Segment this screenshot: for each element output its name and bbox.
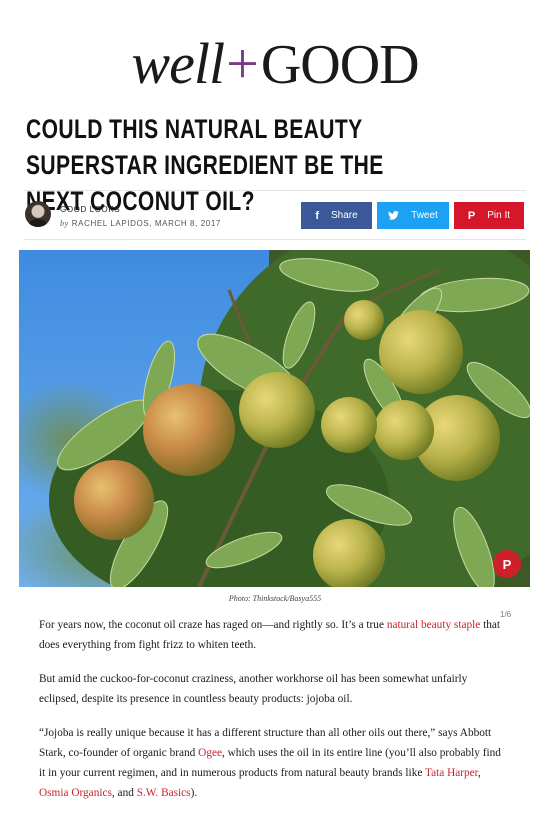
publish-date: MARCH 8, 2017: [154, 219, 221, 228]
logo-well: well: [131, 31, 225, 96]
divider: [24, 190, 526, 191]
tata-harper-link[interactable]: Tata Harper: [425, 767, 478, 779]
section-label[interactable]: GOOD LOOKS: [60, 205, 120, 214]
twitter-share-button[interactable]: Tweet: [377, 202, 449, 229]
pinterest-icon: P: [502, 556, 512, 572]
article-paragraph: For years now, the coconut oil craze has…: [39, 615, 509, 655]
paragraph-text: For years now, the coconut oil craze has…: [39, 619, 387, 631]
ogee-link[interactable]: Ogee: [198, 747, 222, 759]
pinterest-share-label: Pin It: [487, 210, 511, 221]
photo-caption: Photo: Thinkstock/Basya555: [228, 594, 322, 603]
osmia-organics-link[interactable]: Osmia Organics: [39, 787, 112, 799]
paragraph-text: ,: [478, 767, 481, 779]
paragraph-text: ).: [190, 787, 198, 799]
twitter-share-label: Tweet: [411, 210, 438, 221]
article-paragraph: “Jojoba is really unique because it has …: [39, 723, 509, 803]
facebook-share-label: Share: [330, 210, 358, 221]
jojoba-fruit-photo: [19, 250, 530, 587]
byline-prefix: by: [60, 219, 69, 228]
twitter-icon: [388, 211, 400, 220]
paragraph-text: , and: [111, 787, 137, 799]
divider: [24, 239, 526, 240]
byline: by RACHEL LAPIDOS, MARCH 8, 2017: [60, 219, 221, 228]
author-avatar[interactable]: [25, 201, 51, 227]
pinterest-share-button[interactable]: P Pin It: [454, 202, 524, 229]
facebook-share-button[interactable]: f Share: [301, 202, 372, 229]
author-name[interactable]: RACHEL LAPIDOS: [72, 219, 149, 228]
sw-basics-link[interactable]: S.W. Basics: [137, 787, 191, 799]
pinterest-icon: P: [467, 209, 476, 222]
logo-plus: +: [226, 31, 259, 96]
logo-good: GOOD: [260, 34, 420, 96]
hero-image[interactable]: [19, 250, 530, 587]
pin-image-button[interactable]: P: [493, 550, 521, 578]
natural-beauty-staple-link[interactable]: natural beauty staple: [387, 619, 480, 631]
article-paragraph: But amid the cuckoo-for-coconut crazines…: [39, 673, 468, 705]
site-logo[interactable]: well+GOOD: [0, 30, 550, 97]
facebook-icon: f: [315, 209, 319, 222]
